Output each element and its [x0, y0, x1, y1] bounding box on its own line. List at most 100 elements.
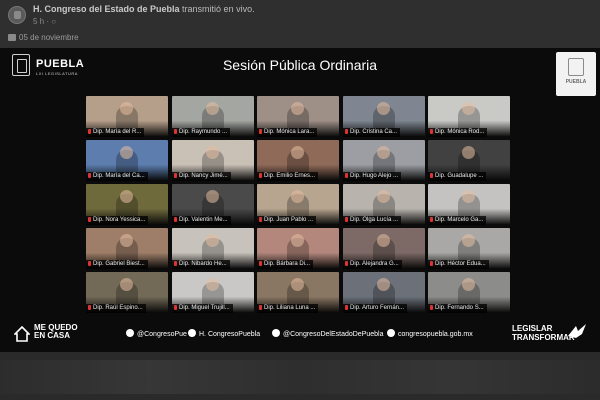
participant-name: Dip. Cristina Ca... [350, 129, 398, 135]
instagram-handle: @CongresoDelEstadoDePuebla [272, 329, 384, 338]
participant-tile[interactable]: Dip. Guadalupe ... [428, 140, 510, 181]
participant-tile[interactable]: Dip. Olga Lucía ... [343, 184, 425, 225]
participant-face [120, 146, 133, 159]
facebook-handle: H. CongresoPuebla [188, 329, 260, 338]
participant-tile[interactable]: Dip. Cristina Ca... [343, 96, 425, 137]
participant-name-label: Dip. Nora Yessica... [86, 216, 149, 225]
participant-name: Dip. Nancy Jimé... [179, 173, 228, 179]
facebook-icon [188, 329, 196, 337]
participant-tile[interactable]: Dip. Héctor Edua... [428, 228, 510, 269]
participant-face [120, 102, 133, 115]
participant-name-label: Dip. Miguel Trujill... [172, 304, 233, 313]
participant-tile[interactable]: Dip. Liliana Luna ... [257, 272, 339, 313]
participant-tile[interactable]: Dip. Mónica Rod... [428, 96, 510, 137]
participant-name: Dip. Olga Lucía ... [350, 217, 399, 223]
muted-mic-icon [430, 305, 433, 310]
muted-mic-icon [174, 173, 177, 178]
participant-face [206, 278, 219, 291]
twitter-handle: @CongresoPue [126, 329, 187, 338]
participant-name-label: Dip. Mónica Rod... [428, 128, 488, 137]
participant-face [291, 146, 304, 159]
participant-name: Dip. Hugo Alejo ... [350, 173, 399, 179]
participant-face [120, 234, 133, 247]
participant-tile[interactable]: Dip. Bárbara Di... [257, 228, 339, 269]
participant-tile[interactable]: Dip. Nora Yessica... [86, 184, 168, 225]
participant-tile[interactable]: Dip. Marcelo Ga... [428, 184, 510, 225]
live-video[interactable]: PUEBLA LXI LEGISLATURA Sesión Pública Or… [0, 48, 600, 352]
participant-name-label: Dip. Guadalupe ... [428, 172, 487, 181]
participant-face [291, 278, 304, 291]
participant-name-label: Dip. Valentin Me... [172, 216, 231, 225]
post-header: H. Congreso del Estado de Puebla transmi… [0, 0, 600, 48]
globe-icon [387, 329, 395, 337]
participant-name-label: Dip. María del Ca... [86, 172, 148, 181]
participant-tile[interactable]: Dip. Fernando S... [428, 272, 510, 313]
house-icon [14, 326, 30, 342]
participant-tile[interactable]: Dip. Mónica Lara... [257, 96, 339, 137]
participant-name-label: Dip. Bárbara Di... [257, 260, 314, 269]
muted-mic-icon [88, 129, 91, 134]
participant-name: Dip. Mónica Lara... [264, 129, 315, 135]
participant-face [120, 278, 133, 291]
post-action: transmitió en vivo. [182, 4, 255, 14]
muted-mic-icon [174, 217, 177, 222]
muted-mic-icon [345, 129, 348, 134]
participant-name: Dip. Marcelo Ga... [435, 217, 484, 223]
post-author-line: H. Congreso del Estado de Puebla transmi… [33, 4, 255, 14]
participant-tile[interactable]: Dip. Miguel Trujill... [172, 272, 254, 313]
participant-name-label: Dip. Nancy Jimé... [172, 172, 231, 181]
participant-face [206, 234, 219, 247]
participant-tile[interactable]: Dip. Raymundo ... [172, 96, 254, 137]
participant-name-label: Dip. Cristina Ca... [343, 128, 401, 137]
participant-name-label: Dip. Alejandra G... [343, 260, 402, 269]
participant-face [291, 190, 304, 203]
participant-face [377, 190, 390, 203]
participant-name: Dip. Raúl Espino... [93, 305, 143, 311]
participant-name: Dip. Liliana Luna ... [264, 305, 316, 311]
website: congresopuebla.gob.mx [387, 329, 473, 338]
participant-tile[interactable]: Dip. Juan Pablo ... [257, 184, 339, 225]
muted-mic-icon [259, 217, 262, 222]
muted-mic-icon [259, 129, 262, 134]
participant-name: Dip. Fernando S... [435, 305, 484, 311]
page-name-link[interactable]: H. Congreso del Estado de Puebla [33, 4, 180, 14]
badge-text: PUEBLA [565, 79, 587, 85]
participant-name-label: Dip. Fernando S... [428, 304, 487, 313]
participant-tile[interactable]: Dip. Nibardo He... [172, 228, 254, 269]
session-title: Sesión Pública Ordinaria [222, 57, 378, 73]
participant-face [291, 234, 304, 247]
video-top-banner: PUEBLA LXI LEGISLATURA Sesión Pública Or… [0, 48, 600, 96]
post-footer [0, 352, 600, 400]
participant-tile[interactable]: Dip. María del Ca... [86, 140, 168, 181]
post-meta: 5 h · ○ [33, 17, 57, 26]
participant-tile[interactable]: Dip. Valentin Me... [172, 184, 254, 225]
participant-face [462, 102, 475, 115]
muted-mic-icon [430, 217, 433, 222]
participant-name-label: Dip. Mónica Lara... [257, 128, 318, 137]
participant-tile[interactable]: Dip. María del R... [86, 96, 168, 137]
participant-tile[interactable]: Dip. Nancy Jimé... [172, 140, 254, 181]
participant-name: Dip. Juan Pablo ... [264, 217, 314, 223]
participant-tile[interactable]: Dip. Gabriel Biest... [86, 228, 168, 269]
participants-grid: Dip. María del R... Dip. Raymundo ... Dip.… [86, 96, 512, 314]
muted-mic-icon [174, 261, 177, 266]
corner-badge: PUEBLA [556, 52, 596, 96]
participant-name-label: Dip. María del R... [86, 128, 145, 137]
participant-name-label: Dip. Raúl Espino... [86, 304, 146, 313]
participant-tile[interactable]: Dip. Emilio Ernes... [257, 140, 339, 181]
participant-face [377, 146, 390, 159]
participant-name-label: Dip. Olga Lucía ... [343, 216, 402, 225]
participant-face [462, 146, 475, 159]
muted-mic-icon [259, 261, 262, 266]
participant-name-label: Dip. Juan Pablo ... [257, 216, 317, 225]
muted-mic-icon [430, 173, 433, 178]
muted-mic-icon [174, 305, 177, 310]
page-avatar[interactable] [8, 6, 26, 24]
participant-tile[interactable]: Dip. Raúl Espino... [86, 272, 168, 313]
participant-tile[interactable]: Dip. Alejandra G... [343, 228, 425, 269]
muted-mic-icon [345, 261, 348, 266]
participant-tile[interactable]: Dip. Hugo Alejo ... [343, 140, 425, 181]
participant-name: Dip. Guadalupe ... [435, 173, 484, 179]
participant-tile[interactable]: Dip. Arturo Fernán... [343, 272, 425, 313]
blurred-background [0, 360, 600, 394]
